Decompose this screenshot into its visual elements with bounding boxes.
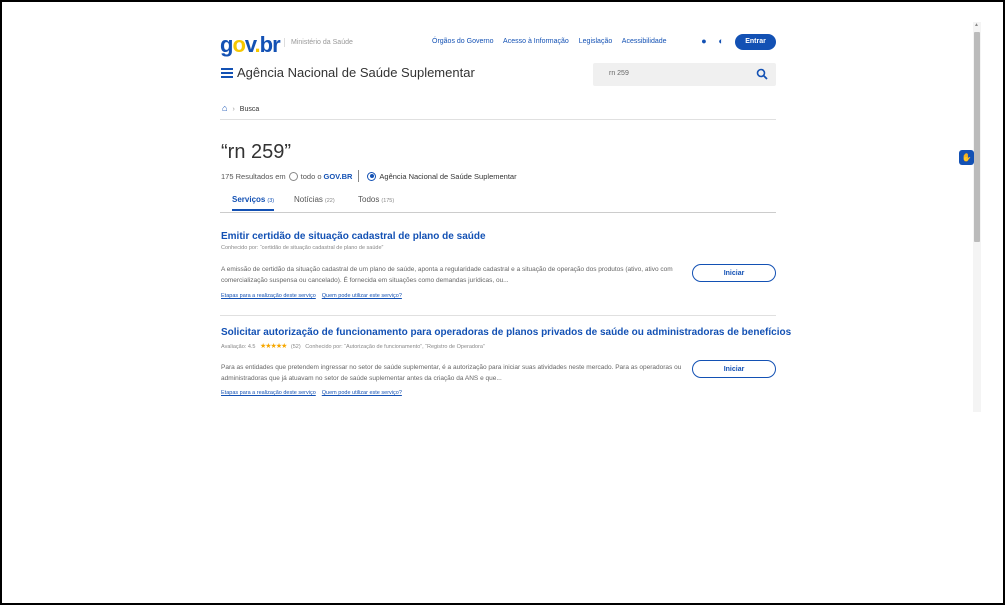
result-tabs: Serviços (3) Notícias (22) Todos (175) (220, 195, 776, 213)
start-button-2[interactable]: Iniciar (692, 360, 776, 378)
tab-servicos[interactable]: Serviços (3) (232, 195, 275, 211)
login-button[interactable]: Entrar (735, 34, 776, 50)
scope-agency-radio[interactable] (367, 171, 377, 181)
tab-noticias[interactable]: Notícias (22) (294, 195, 335, 210)
top-links: Órgãos do Governo Acesso à Informação Le… (432, 38, 675, 45)
service-who-link-1[interactable]: Quem pode utilizar este serviço? (322, 293, 402, 299)
breadcrumb: ⌂ › Busca (222, 103, 259, 113)
search-icon[interactable] (756, 68, 768, 80)
service-links-2: Etapas para a realização deste serviço Qu… (221, 390, 408, 396)
link-acessibilidade[interactable]: Acessibilidade (622, 38, 667, 45)
tab-todos[interactable]: Todos (175) (358, 195, 394, 210)
service-title-1[interactable]: Emitir certidão de situação cadastral de… (221, 231, 486, 242)
start-button-1[interactable]: Iniciar (692, 264, 776, 282)
scope-agency-label: Agência Nacional de Saúde Suplementar (379, 171, 517, 181)
govbr-logo[interactable]: gov.br (220, 32, 281, 58)
rating-votes: (52) (290, 344, 301, 350)
separator (358, 170, 360, 182)
accessibility-hand-icon[interactable]: ✋ (959, 150, 974, 165)
agency-title: Agência Nacional de Saúde Suplementar (237, 65, 475, 80)
search-input[interactable] (607, 69, 751, 78)
divider (220, 315, 776, 316)
link-legislacao[interactable]: Legislação (579, 38, 612, 45)
contrast-icon[interactable]: ◐ (716, 36, 726, 46)
service-desc-2: Para as entidades que pretendem ingressa… (221, 364, 682, 382)
divider (220, 119, 776, 120)
rating-value: 4.5 (247, 344, 256, 350)
govbr-brand: GOV.BR (323, 171, 353, 181)
breadcrumb-current: Busca (239, 106, 260, 113)
search-box (593, 63, 776, 86)
service-meta-2: Avaliação: 4.5 ★★★★★ (52) Conhecido por:… (221, 342, 485, 350)
service-who-link-2[interactable]: Quem pode utilizar este serviço? (322, 390, 402, 396)
search-query-title: “rn 259” (221, 141, 292, 163)
cookie-icon[interactable]: ● (699, 36, 709, 46)
home-icon[interactable]: ⌂ (222, 103, 227, 113)
service-desc-1: A emissão de certidão da situação cadast… (221, 266, 673, 284)
hamburger-menu-icon[interactable] (221, 68, 233, 78)
service-meta-1: Conhecido por: “certidão de situação cad… (221, 245, 384, 251)
page-viewport: gov.br Ministério da Saúde Órgãos do Gov… (2, 2, 972, 412)
scroll-up-icon[interactable]: ▲ (974, 22, 979, 28)
service-known-as-2: Conhecido por: “Autorização de funcionam… (305, 344, 485, 350)
scope-all-label: todo o (300, 171, 322, 181)
link-acesso-informacao[interactable]: Acesso à Informação (503, 38, 569, 45)
rating-stars-icon: ★★★★★ (260, 343, 287, 350)
rating-label: Avaliação: (221, 344, 247, 350)
browser-frame: gov.br Ministério da Saúde Órgãos do Gov… (0, 0, 1005, 605)
service-links-1: Etapas para a realização deste serviço Qu… (221, 293, 408, 299)
results-summary: 175 Resultados em todo o GOV.BR Agência … (221, 170, 517, 182)
page-scrollbar[interactable]: ▲ (973, 22, 981, 412)
chevron-right-icon: › (232, 106, 235, 113)
scope-all-radio[interactable] (288, 171, 298, 181)
service-steps-link-1[interactable]: Etapas para a realização deste serviço (221, 293, 316, 299)
scroll-thumb[interactable] (974, 32, 980, 242)
results-label: Resultados em (235, 171, 286, 181)
link-orgaos[interactable]: Órgãos do Governo (432, 38, 493, 45)
service-title-2[interactable]: Solicitar autorização de funcionamento p… (221, 327, 791, 338)
service-steps-link-2[interactable]: Etapas para a realização deste serviço (221, 390, 316, 396)
ministry-label: Ministério da Saúde (284, 38, 353, 47)
results-count: 175 (221, 171, 234, 181)
